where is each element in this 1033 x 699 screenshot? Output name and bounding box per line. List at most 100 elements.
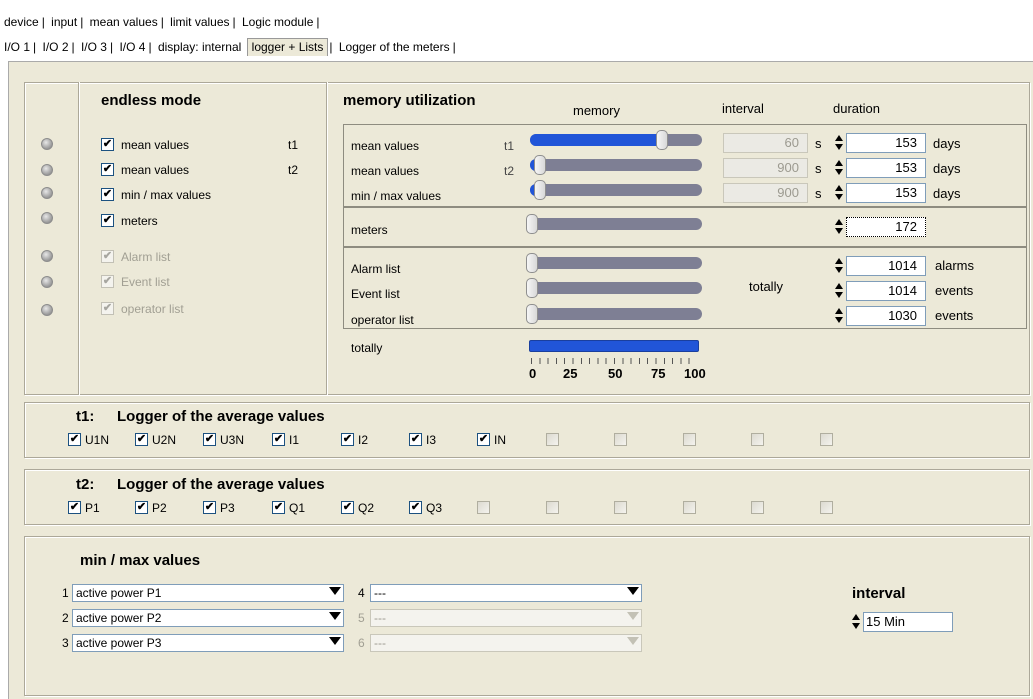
tab-mean-values[interactable]: mean values (88, 15, 160, 29)
slider-track (530, 159, 702, 171)
logger-empty-checkbox[interactable] (546, 433, 559, 446)
endless-minmax-checkbox[interactable]: ✔ (101, 188, 114, 201)
interval-label: interval (852, 585, 906, 602)
logger-empty-checkbox[interactable] (477, 501, 490, 514)
endless-event-checkbox[interactable]: ✔ (101, 275, 114, 288)
slider-track (530, 218, 702, 230)
status-led (41, 212, 53, 224)
logger-t1-u1n-checkbox[interactable]: ✔ (68, 433, 81, 446)
chevron-down-icon (627, 637, 639, 645)
tab-display-internal[interactable]: display: internal (156, 40, 243, 54)
logger-empty-checkbox[interactable] (751, 433, 764, 446)
tab-input[interactable]: input (49, 15, 79, 29)
logger-empty-checkbox[interactable] (820, 433, 833, 446)
logger-empty-checkbox[interactable] (614, 501, 627, 514)
status-led (41, 304, 53, 316)
logger-empty-checkbox[interactable] (820, 501, 833, 514)
spin-icon[interactable] (834, 306, 844, 326)
interval-unit: s (815, 136, 822, 151)
select-index: 2 (62, 611, 69, 625)
endless-alarm-checkbox[interactable]: ✔ (101, 250, 114, 263)
endless-meters-checkbox[interactable]: ✔ (101, 214, 114, 227)
minmax-select-6[interactable]: --- (370, 634, 642, 652)
slider-thumb[interactable] (534, 155, 547, 175)
logger-t2-q1-checkbox[interactable]: ✔ (272, 501, 285, 514)
duration-field[interactable]: 153 (846, 183, 926, 203)
checkbox-label: U2N (152, 433, 177, 447)
endless-mean-t2-checkbox[interactable]: ✔ (101, 163, 114, 176)
tab-logic-module[interactable]: Logic module (240, 15, 315, 29)
interval-field[interactable]: 60 (723, 133, 808, 153)
slider-thumb[interactable] (526, 278, 538, 298)
spin-icon[interactable] (834, 256, 844, 276)
logger-t1-u2n-checkbox[interactable]: ✔ (135, 433, 148, 446)
tab-limit-values[interactable]: limit values (168, 15, 231, 29)
spin-icon[interactable] (851, 612, 861, 632)
chevron-down-icon (627, 587, 639, 595)
slider-fill (530, 134, 668, 146)
tab-io2[interactable]: I/O 2 (40, 40, 70, 54)
alarm-count-field[interactable]: 1014 (846, 256, 926, 276)
duration-field[interactable]: 153 (846, 133, 926, 153)
spin-icon[interactable] (834, 217, 844, 237)
logger-t1-i3-checkbox[interactable]: ✔ (409, 433, 422, 446)
duration-unit: days (933, 186, 961, 201)
minmax-title: min / max values (80, 552, 201, 569)
endless-operator-checkbox[interactable]: ✔ (101, 302, 114, 315)
duration-field[interactable]: 153 (846, 158, 926, 178)
endless-alarm-label: Alarm list (121, 250, 171, 264)
logger-empty-checkbox[interactable] (683, 433, 696, 446)
minmax-select-4[interactable]: --- (370, 584, 642, 602)
col-interval: interval (722, 101, 764, 116)
select-index: 6 (358, 636, 365, 650)
slider-thumb[interactable] (534, 180, 547, 200)
spin-icon[interactable] (834, 183, 844, 203)
logger-empty-checkbox[interactable] (546, 501, 559, 514)
minmax-select-3[interactable]: active power P3 (72, 634, 344, 652)
logger-t2-p2-checkbox[interactable]: ✔ (135, 501, 148, 514)
interval-field[interactable]: 900 (723, 183, 808, 203)
minmax-select-1[interactable]: active power P1 (72, 584, 344, 602)
t2-suffix: t2 (288, 163, 299, 177)
checkbox-label: I3 (426, 433, 437, 447)
logger-t1-i1-checkbox[interactable]: ✔ (272, 433, 285, 446)
event-count-field[interactable]: 1014 (846, 281, 926, 301)
slider-thumb[interactable] (526, 214, 538, 234)
tab-device[interactable]: device (2, 15, 41, 29)
spin-icon[interactable] (834, 281, 844, 301)
logger-t1-i2-checkbox[interactable]: ✔ (341, 433, 354, 446)
spin-icon[interactable] (834, 133, 844, 153)
logger-t2-q3-checkbox[interactable]: ✔ (409, 501, 422, 514)
logger-t2-p3-checkbox[interactable]: ✔ (203, 501, 216, 514)
logger-empty-checkbox[interactable] (614, 433, 627, 446)
logger-empty-checkbox[interactable] (683, 501, 696, 514)
checkbox-label: Q2 (358, 501, 375, 515)
meters-field[interactable]: 172 (846, 217, 926, 237)
mem-row-tag: t2 (504, 164, 515, 178)
slider-thumb[interactable] (526, 253, 538, 273)
tab-io4[interactable]: I/O 4 (117, 40, 147, 54)
select-index: 1 (62, 586, 69, 600)
interval-input[interactable]: 15 Min (863, 612, 953, 632)
minmax-select-2[interactable]: active power P2 (72, 609, 344, 627)
logger-t2-p1-checkbox[interactable]: ✔ (68, 501, 81, 514)
checkbox-label: Q3 (426, 501, 443, 515)
checkbox-label: P1 (85, 501, 100, 515)
tab-logger-lists[interactable]: logger + Lists (246, 38, 329, 56)
spin-icon[interactable] (834, 158, 844, 178)
tab-io1[interactable]: I/O 1 (2, 40, 32, 54)
tab-io3[interactable]: I/O 3 (79, 40, 109, 54)
logger-t2-q2-checkbox[interactable]: ✔ (341, 501, 354, 514)
operator-count-field[interactable]: 1030 (846, 306, 926, 326)
interval-unit: s (815, 186, 822, 201)
slider-thumb[interactable] (655, 130, 668, 150)
slider-thumb[interactable] (526, 304, 538, 324)
endless-mean-t1-checkbox[interactable]: ✔ (101, 138, 114, 151)
interval-field[interactable]: 900 (723, 158, 808, 178)
tab-logger-meters[interactable]: Logger of the meters (337, 40, 452, 54)
logger-t1-u3n-checkbox[interactable]: ✔ (203, 433, 216, 446)
logger-empty-checkbox[interactable] (751, 501, 764, 514)
logger-t1-in-checkbox[interactable]: ✔ (477, 433, 490, 446)
minmax-select-5[interactable]: --- (370, 609, 642, 627)
tick-label: 25 (563, 366, 578, 381)
